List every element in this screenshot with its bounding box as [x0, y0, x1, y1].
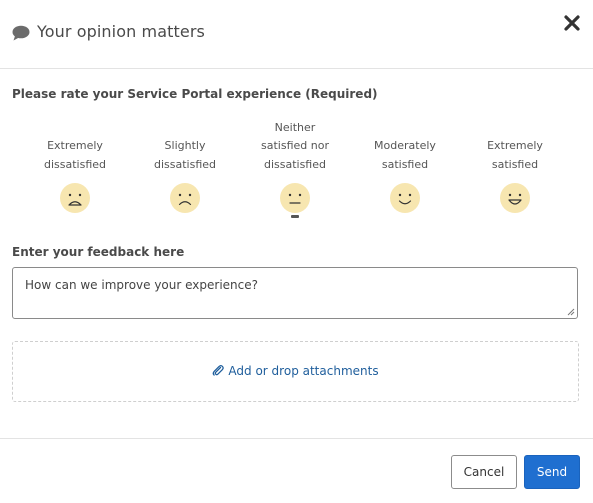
close-icon[interactable] [562, 13, 582, 33]
big-smile-face-icon [500, 183, 530, 213]
rating-option-label: Slightly [164, 139, 206, 152]
add-attachments-label: Add or drop attachments [228, 364, 379, 378]
paperclip-icon [213, 365, 225, 376]
rating-option-label: satisfied [381, 157, 429, 171]
rating-option-label: Neither [274, 120, 316, 134]
sad-face-icon [170, 183, 200, 213]
rating-question: Please rate your Service Portal experien… [12, 87, 378, 101]
rating-option-slightly-dissatisfied[interactable]: Slightly dissatisfied [130, 118, 240, 214]
neutral-face-icon [280, 183, 310, 213]
dialog-header: Your opinion matters [0, 0, 593, 69]
feedback-textarea[interactable]: How can we improve your experience? [12, 267, 578, 319]
smile-face-icon [390, 183, 420, 213]
resize-grip-icon[interactable] [567, 308, 575, 316]
rating-scale: Extremely dissatisfied Slightly dissatis… [20, 118, 570, 228]
focus-indicator [291, 215, 299, 218]
chat-bubble-icon [12, 25, 30, 41]
feedback-placeholder: How can we improve your experience? [25, 278, 259, 292]
very-sad-face-icon [60, 183, 90, 213]
add-attachments-link[interactable]: Add or drop attachments [13, 364, 578, 378]
dialog-footer: Cancel Send [0, 438, 593, 503]
rating-option-label: dissatisfied [153, 157, 217, 171]
attachment-drop-zone[interactable]: Add or drop attachments [12, 341, 579, 402]
dialog-title: Your opinion matters [37, 22, 205, 41]
rating-option-extremely-satisfied[interactable]: Extremely satisfied [460, 118, 570, 214]
rating-option-label: dissatisfied [263, 157, 326, 171]
cancel-button[interactable]: Cancel [451, 455, 517, 489]
rating-option-label: Moderately [374, 139, 436, 152]
rating-option-label: Extremely [47, 139, 103, 152]
feedback-label: Enter your feedback here [12, 245, 185, 259]
rating-option-label: Extremely [487, 139, 543, 152]
rating-option-extremely-dissatisfied[interactable]: Extremely dissatisfied [20, 118, 130, 214]
rating-option-moderately-satisfied[interactable]: Moderately satisfied [350, 118, 460, 214]
rating-option-label: dissatisfied [43, 157, 107, 171]
rating-option-neutral[interactable]: Neither satisfied nor dissatisfied [240, 118, 350, 218]
rating-option-label: satisfied nor [261, 139, 329, 152]
send-button[interactable]: Send [524, 455, 580, 489]
rating-option-label: satisfied [491, 157, 539, 171]
